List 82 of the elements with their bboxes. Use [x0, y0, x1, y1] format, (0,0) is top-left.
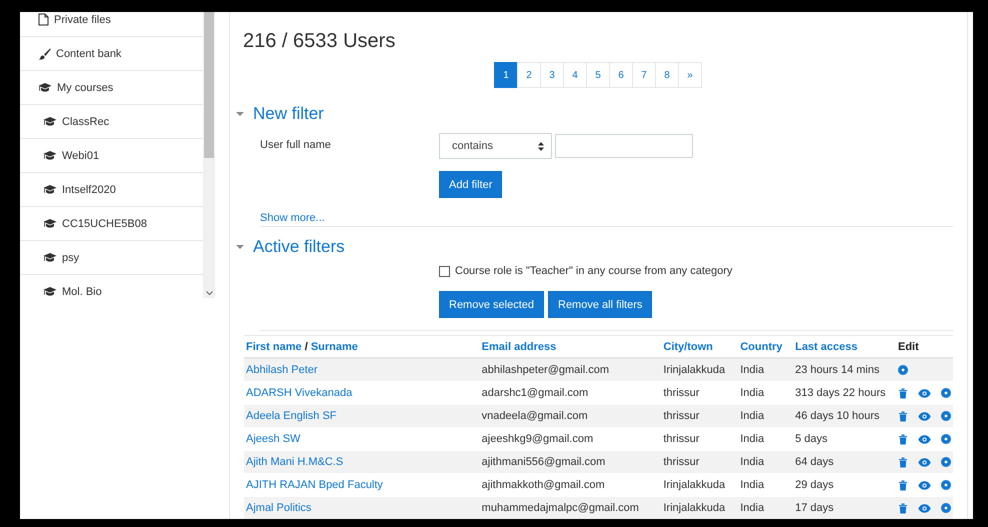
- settings-icon[interactable]: [941, 480, 951, 490]
- country-cell: India: [738, 450, 794, 474]
- column-sort-link[interactable]: Surname: [310, 340, 358, 352]
- settings-icon[interactable]: [941, 388, 951, 398]
- graduation-cap-icon: [43, 252, 57, 263]
- field-label: User full name: [260, 138, 332, 153]
- eye-icon[interactable]: [918, 434, 931, 444]
- section-heading[interactable]: New filter: [253, 104, 324, 124]
- email-cell: ajithmani556@gmail.com: [480, 450, 662, 474]
- page-link[interactable]: 5: [586, 62, 610, 88]
- trash-icon[interactable]: [898, 410, 908, 422]
- checkbox[interactable]: [439, 266, 450, 276]
- page-link[interactable]: 3: [540, 62, 564, 88]
- page-link[interactable]: 2: [517, 62, 541, 88]
- settings-icon[interactable]: [941, 411, 951, 421]
- eye-icon[interactable]: [918, 480, 931, 490]
- trash-icon[interactable]: [898, 456, 908, 468]
- city-cell: thrissur: [661, 450, 738, 474]
- user-name-link[interactable]: AJITH RAJAN Bped Faculty: [246, 479, 383, 491]
- graduation-cap-icon: [43, 116, 57, 127]
- column-sort-link[interactable]: Country: [740, 340, 782, 352]
- remove-selected-button[interactable]: Remove selected: [439, 291, 544, 318]
- country-cell: India: [738, 496, 794, 519]
- column-header: Edit: [898, 340, 919, 352]
- section-heading[interactable]: Active filters: [253, 237, 345, 257]
- email-cell: vnadeela@gmail.com: [480, 404, 662, 428]
- email-cell: muhammedajmalpc@gmail.com: [480, 496, 662, 519]
- graduation-cap-icon: [43, 286, 57, 297]
- user-name-link[interactable]: Abhilash Peter: [246, 364, 318, 376]
- country-cell: India: [738, 358, 794, 382]
- graduation-cap-icon: [43, 150, 57, 161]
- sort-arrows-icon: [538, 142, 544, 150]
- column-sort-link[interactable]: Last access: [795, 340, 858, 352]
- settings-icon[interactable]: [941, 434, 951, 444]
- brush-icon: [38, 48, 51, 60]
- file-icon: [38, 13, 49, 26]
- city-cell: Irinjalakkuda: [661, 358, 738, 382]
- user-name-link[interactable]: Ajmal Politics: [246, 502, 312, 514]
- column-sort-link[interactable]: City/town: [663, 340, 713, 352]
- header-separator: /: [304, 340, 309, 352]
- user-name-link[interactable]: ADARSH Vivekanada: [246, 387, 352, 399]
- last-access-cell: 64 days: [793, 450, 896, 474]
- chevron-down-icon: [206, 291, 212, 296]
- scrollbar[interactable]: [203, 12, 215, 298]
- column-sort-link[interactable]: First name: [246, 340, 302, 352]
- settings-icon[interactable]: [941, 457, 951, 467]
- filter-label: Course role is "Teacher" in any course from any category: [455, 265, 732, 277]
- add-filter-button[interactable]: Add filter: [439, 171, 502, 198]
- filter-value-field[interactable]: [555, 134, 693, 158]
- page-link[interactable]: 4: [563, 62, 587, 88]
- settings-icon[interactable]: [941, 503, 951, 513]
- user-name-link[interactable]: Ajeesh SW: [246, 433, 300, 445]
- email-cell: abhilashpeter@gmail.com: [480, 358, 662, 382]
- city-cell: Irinjalakkuda: [661, 496, 738, 519]
- eye-icon[interactable]: [918, 458, 931, 466]
- eye-icon[interactable]: [918, 412, 931, 420]
- page-link[interactable]: 1: [494, 62, 518, 88]
- city-cell: thrissur: [661, 404, 738, 428]
- settings-icon[interactable]: [898, 365, 908, 375]
- last-access-cell: 17 days: [793, 496, 896, 519]
- sidebar-item[interactable]: Private files: [20, 12, 203, 37]
- remove-all-filters-button[interactable]: Remove all filters: [548, 291, 652, 318]
- operator-dropdown[interactable]: contains: [439, 133, 552, 159]
- page-link[interactable]: 7: [632, 62, 656, 88]
- page-link[interactable]: 6: [609, 62, 633, 88]
- last-access-cell: 23 hours 14 mins: [793, 358, 896, 382]
- page-link[interactable]: »: [678, 62, 702, 88]
- trash-icon[interactable]: [898, 502, 908, 514]
- show-more-link[interactable]: Show more...: [260, 212, 325, 224]
- country-cell: India: [738, 404, 794, 428]
- page-title: 216 / 6533 Users: [243, 29, 396, 53]
- graduation-cap-icon: [43, 184, 57, 195]
- eye-icon[interactable]: [918, 504, 931, 512]
- last-access-cell: 46 days 10 hours: [793, 404, 896, 428]
- column-sort-link[interactable]: Email address: [482, 340, 556, 352]
- trash-icon[interactable]: [898, 388, 908, 398]
- eye-icon[interactable]: [918, 388, 931, 398]
- graduation-cap-icon: [38, 82, 52, 93]
- trash-icon[interactable]: [898, 480, 908, 490]
- page-link[interactable]: 8: [655, 62, 679, 88]
- trash-icon[interactable]: [898, 434, 908, 444]
- graduation-cap-icon: [43, 218, 57, 229]
